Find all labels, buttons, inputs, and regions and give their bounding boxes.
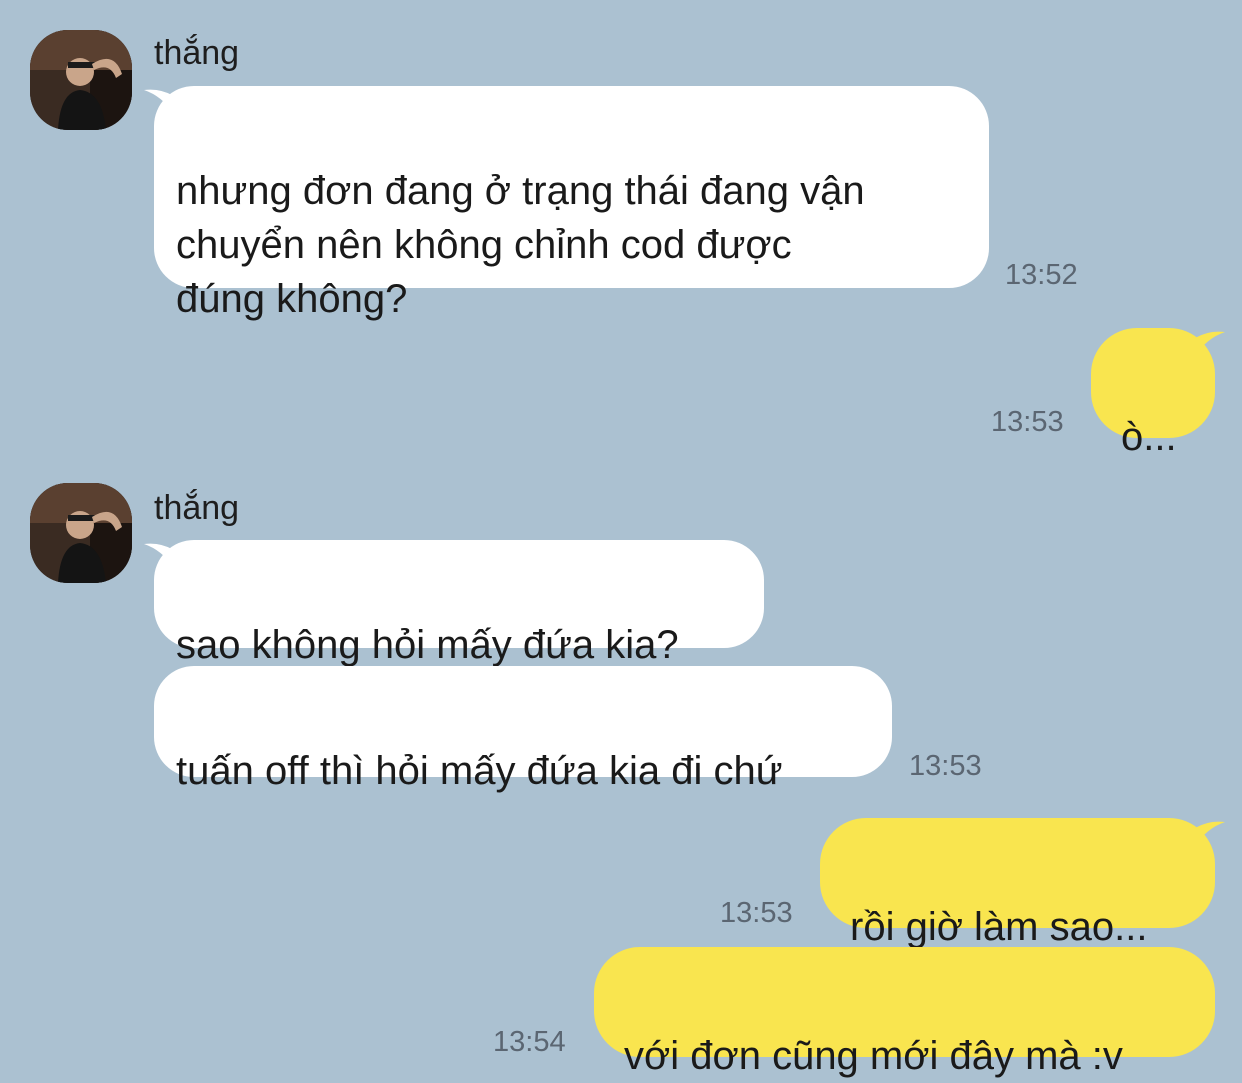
- message-text: sao không hỏi mấy đứa kia?: [176, 623, 679, 667]
- message-text: ò...: [1121, 415, 1177, 459]
- message-text: tuấn off thì hỏi mấy đứa kia đi chứ: [176, 749, 783, 793]
- incoming-message-bubble[interactable]: nhưng đơn đang ở trạng thái đang vận chu…: [154, 86, 989, 321]
- outgoing-message-bubble[interactable]: rồi giờ làm sao...: [820, 818, 1215, 949]
- sender-name: thắng: [154, 489, 240, 527]
- outgoing-message-bubble[interactable]: với đơn cũng mới đây mà :v: [594, 947, 1215, 1078]
- message-text: với đơn cũng mới đây mà :v: [624, 1034, 1123, 1078]
- sender-avatar[interactable]: [30, 30, 132, 130]
- message-timestamp: 13:54: [493, 1026, 566, 1058]
- incoming-message-bubble[interactable]: sao không hỏi mấy đứa kia?: [154, 540, 764, 667]
- chat-view: thắng nhưng đơn đang ở trạng thái đang v…: [0, 0, 1242, 1078]
- incoming-message-bubble[interactable]: tuấn off thì hỏi mấy đứa kia đi chứ: [154, 666, 892, 793]
- outgoing-bubble-tail: [1195, 821, 1225, 846]
- message-timestamp: 13:53: [720, 897, 793, 929]
- outgoing-bubble-tail: [1195, 331, 1225, 356]
- message-timestamp: 13:53: [991, 406, 1064, 438]
- message-text: rồi giờ làm sao...: [850, 905, 1148, 949]
- avatar-photo-icon: [30, 483, 132, 583]
- avatar-photo-icon: [30, 30, 132, 130]
- sender-name: thắng: [154, 34, 240, 72]
- message-timestamp: 13:52: [1005, 259, 1078, 291]
- message-text: nhưng đơn đang ở trạng thái đang vận chu…: [176, 169, 865, 321]
- sender-avatar[interactable]: [30, 483, 132, 583]
- message-timestamp: 13:53: [909, 750, 982, 782]
